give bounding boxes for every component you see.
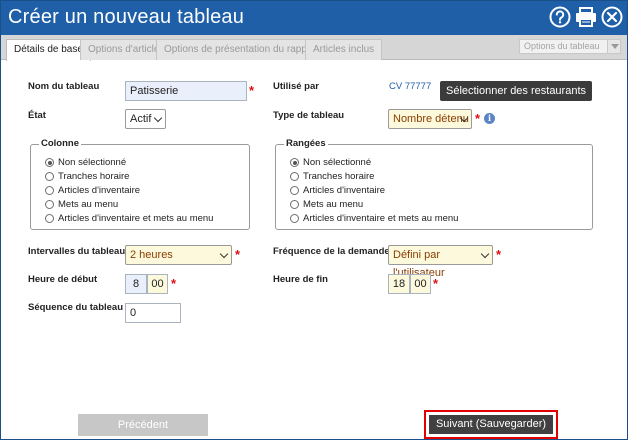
chevron-down-icon (480, 249, 490, 259)
chevron-down-icon (153, 113, 163, 123)
colonne-group: Colonne Non sélectionné Tranches horaire… (30, 138, 250, 230)
radio-label: Articles d'inventaire (303, 185, 386, 196)
info-icon[interactable]: i (484, 113, 495, 124)
tab-articles-inclus[interactable]: Articles inclus (305, 39, 383, 60)
sequence-input[interactable]: 0 (125, 303, 181, 323)
state-select[interactable]: Actif (125, 109, 166, 129)
help-icon[interactable] (549, 6, 571, 28)
title-bar: Créer un nouveau tableau (1, 1, 627, 35)
next-save-button[interactable]: Suivant (Sauvegarder) (429, 415, 553, 434)
close-icon[interactable] (601, 6, 623, 28)
radio-label: Articles d'inventaire (58, 185, 141, 196)
table-type-select-value: Nombre détenu (393, 113, 469, 125)
end-minute-input[interactable]: 00 (410, 274, 431, 294)
interval-select-value: 2 heures (130, 249, 173, 261)
radio-icon[interactable] (290, 172, 299, 181)
start-time-label: Heure de début (28, 274, 98, 285)
dialog-window: Créer un nouveau tableau Détails de base… (0, 0, 628, 440)
chevron-down-icon (607, 40, 620, 53)
radio-label: Articles d'inventaire et mets au menu (303, 213, 459, 224)
table-options-select[interactable]: Options du tableau (519, 39, 621, 54)
table-name-label: Nom du tableau (28, 81, 100, 92)
radio-icon[interactable] (45, 200, 54, 209)
required-mark: * (475, 111, 481, 126)
demand-select[interactable]: Défini par l'utilisateur (388, 245, 493, 279)
start-minute-input[interactable]: 00 (147, 274, 168, 294)
radio-icon[interactable] (45, 214, 54, 223)
radio-checked-icon[interactable] (45, 158, 54, 167)
end-hour-input[interactable]: 18 (388, 274, 410, 294)
state-label: État (28, 110, 46, 121)
table-options-select-label: Options du tableau (524, 41, 600, 51)
table-type-label: Type de tableau (273, 110, 345, 121)
table-name-input[interactable]: Patisserie (125, 81, 247, 101)
tab-options-presentation-rapport[interactable]: Options de présentation du rapport (156, 39, 327, 60)
radio-icon[interactable] (290, 200, 299, 209)
start-hour-input[interactable]: 8 (125, 274, 147, 294)
required-mark: * (496, 247, 502, 262)
radio-label: Mets au menu (58, 199, 119, 210)
window-title: Créer un nouveau tableau (8, 6, 245, 28)
table-type-select[interactable]: Nombre détenu (388, 109, 472, 129)
colonne-legend: Colonne (39, 138, 81, 149)
tab-options-article[interactable]: Options d'article (80, 39, 168, 60)
required-mark: * (249, 83, 255, 98)
demand-label: Fréquence de la demande (273, 246, 390, 257)
radio-label: Non sélectionné (58, 157, 127, 168)
radio-icon[interactable] (45, 186, 54, 195)
required-mark: * (171, 276, 177, 291)
radio-checked-icon[interactable] (290, 158, 299, 167)
print-icon[interactable] (574, 6, 598, 28)
radio-label: Mets au menu (303, 199, 364, 210)
state-select-value: Actif (130, 113, 152, 125)
required-mark: * (433, 276, 439, 291)
next-button-highlight: Suivant (Sauvegarder) (424, 410, 558, 439)
previous-button[interactable]: Précédent (78, 414, 208, 436)
radio-label: Tranches horaire (58, 171, 130, 182)
radio-icon[interactable] (290, 186, 299, 195)
radio-label: Non sélectionné (303, 157, 372, 168)
radio-icon[interactable] (290, 214, 299, 223)
required-mark: * (235, 247, 241, 262)
tab-details-de-base[interactable]: Détails de base (6, 39, 91, 61)
rangees-legend: Rangées (284, 138, 328, 149)
sequence-label: Séquence du tableau (28, 302, 124, 313)
radio-icon[interactable] (45, 172, 54, 181)
interval-label: Intervalles du tableau (28, 246, 126, 257)
rangees-group: Rangées Non sélectionné Tranches horaire… (275, 138, 593, 230)
radio-label: Articles d'inventaire et mets au menu (58, 213, 214, 224)
used-by-value: CV 77777 (389, 81, 432, 92)
select-restaurants-button[interactable]: Sélectionner des restaurants (440, 81, 592, 101)
end-time-label: Heure de fin (273, 274, 328, 285)
tab-bar: Détails de base Options d'article Option… (1, 35, 627, 61)
used-by-label: Utilisé par (273, 81, 319, 92)
chevron-down-icon (219, 249, 229, 259)
radio-label: Tranches horaire (303, 171, 375, 182)
interval-select[interactable]: 2 heures (125, 245, 232, 265)
